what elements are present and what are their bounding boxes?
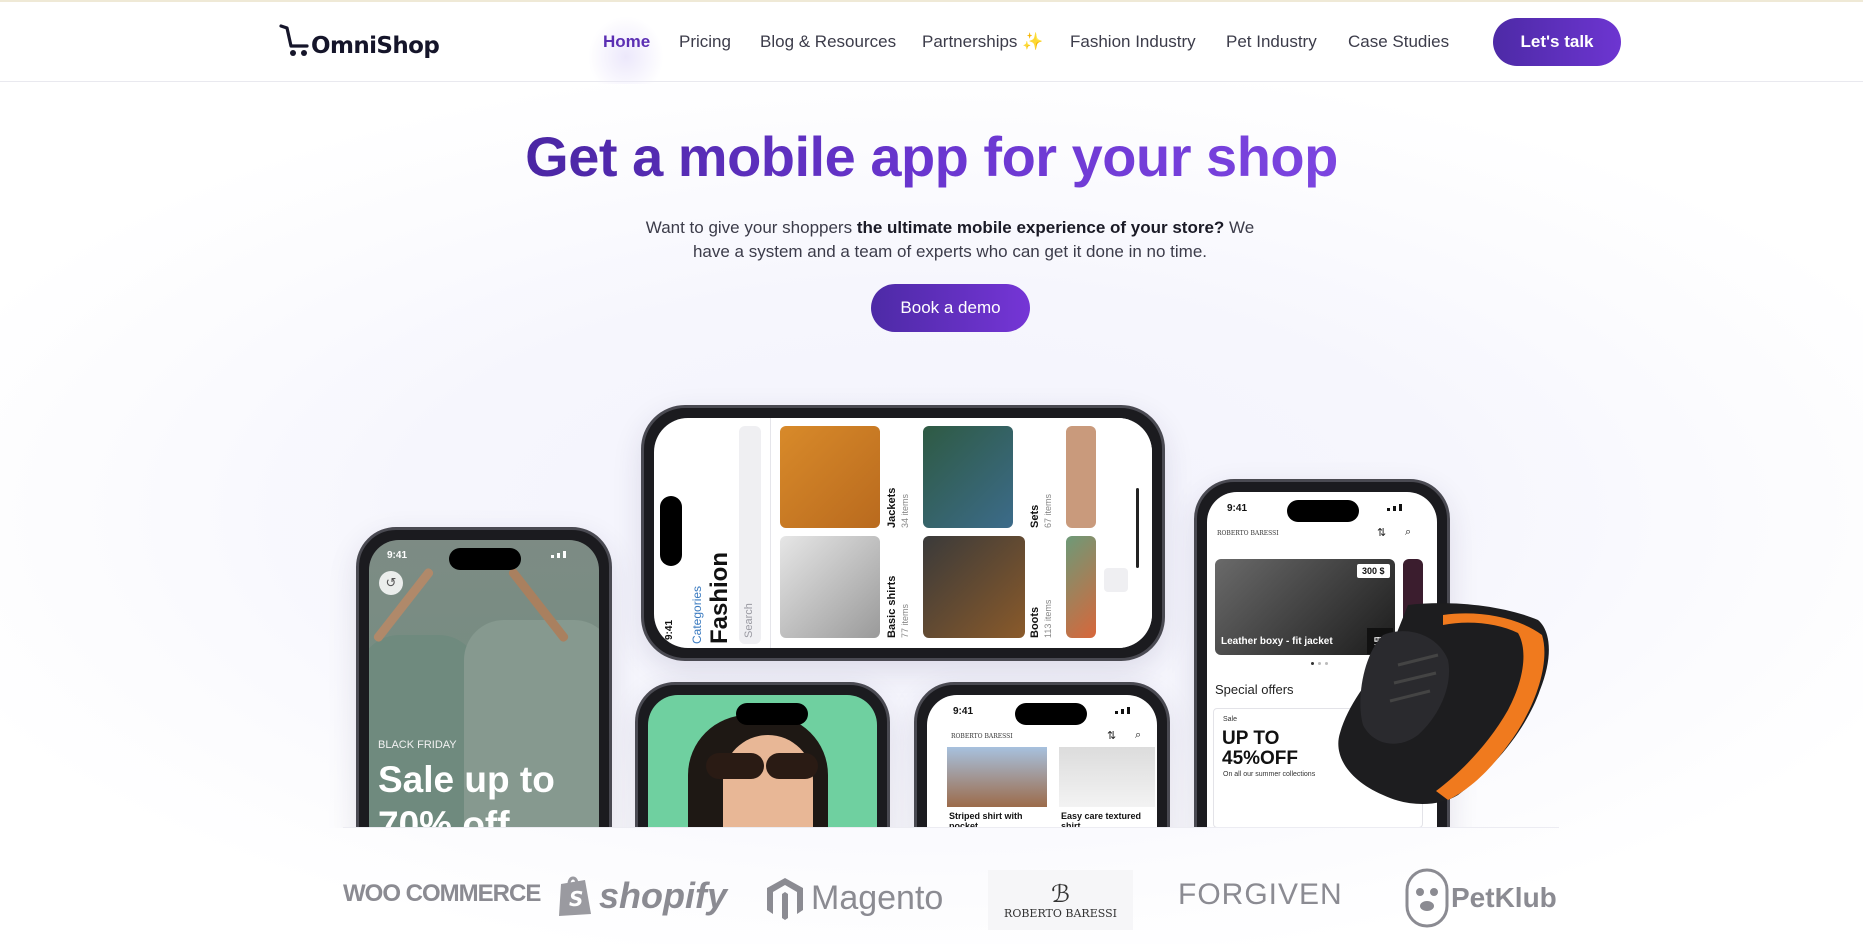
- basic-shirts-image[interactable]: [780, 536, 880, 638]
- category-sets-count: 67 items: [1043, 493, 1053, 528]
- sort-icon[interactable]: ⇅: [1377, 526, 1386, 539]
- scrollbar[interactable]: [1136, 488, 1139, 568]
- categories-screen: 9:41 Categories Fashion Search Jackets 3…: [654, 418, 1152, 648]
- dynamic-island: [1015, 703, 1087, 725]
- signal-icon: [1115, 707, 1130, 714]
- sneaker-image: [1338, 603, 1549, 804]
- hero-bottom-divider: [343, 827, 1559, 828]
- forgiven-logo: FORGIVEN: [1178, 878, 1343, 911]
- status-time: 9:41: [953, 706, 974, 717]
- magento-logo: Magento: [765, 876, 943, 920]
- dynamic-island: [1287, 500, 1359, 522]
- dynamic-island: [449, 548, 521, 570]
- jackets-image[interactable]: [780, 426, 880, 528]
- sale-screen: 9:41 ↺ BLACK FRIDAY Sale up to 70% off: [369, 540, 599, 828]
- search-placeholder: Search: [743, 603, 755, 638]
- status-time: 9:41: [1227, 503, 1248, 514]
- product-image[interactable]: [947, 747, 1047, 807]
- product-image: [1066, 536, 1096, 638]
- category-boots-count: 113 items: [1043, 599, 1053, 638]
- petklub-logo: PetKlub: [1405, 868, 1557, 928]
- filter-icon[interactable]: [1104, 568, 1128, 592]
- phone-model-mockup: [635, 682, 890, 828]
- search-icon[interactable]: ⌕: [1135, 729, 1141, 742]
- offer-headline: UP TO 45%OFF: [1222, 728, 1299, 769]
- category-jackets[interactable]: Jackets: [886, 488, 898, 528]
- status-time: 9:41: [387, 550, 408, 561]
- history-icon[interactable]: ↺: [379, 571, 403, 595]
- brand-name: ROBERTO BARESSI: [1217, 530, 1279, 537]
- dynamic-island: [736, 703, 808, 725]
- special-offers-heading: Special offers: [1215, 682, 1294, 697]
- svg-text:S: S: [569, 887, 583, 911]
- divider: [770, 418, 771, 648]
- product-image: [1066, 426, 1096, 528]
- phone-categories-mockup: 9:41 Categories Fashion Search Jackets 3…: [641, 405, 1165, 661]
- products-screen: 9:41 ROBERTO BARESSI ⇅ ⌕ Striped shirt w…: [927, 695, 1157, 828]
- magento-icon: [767, 878, 803, 920]
- category-sets[interactable]: Sets: [1029, 505, 1041, 528]
- category-boots[interactable]: Boots: [1029, 607, 1041, 638]
- offer-tag: Sale: [1223, 716, 1238, 723]
- featured-product-name[interactable]: Leather boxy - fit jacket: [1221, 636, 1333, 647]
- categories-label: Categories: [690, 585, 704, 644]
- sets-image[interactable]: [923, 426, 1013, 528]
- phone-sale-mockup: 9:41 ↺ BLACK FRIDAY Sale up to 70% off: [356, 527, 612, 828]
- carousel-dots[interactable]: [1311, 662, 1328, 665]
- side-panel: [1096, 418, 1152, 648]
- product-image[interactable]: [1059, 747, 1155, 807]
- phone-mockups: 9:41 ↺ BLACK FRIDAY Sale up to 70% off 9…: [0, 0, 1863, 828]
- petklub-dog-icon: [1405, 868, 1449, 928]
- category-basic-shirts[interactable]: Basic shirts: [886, 576, 898, 638]
- sunglasses-icon: [766, 753, 818, 779]
- shopify-logo: S shopify: [555, 874, 727, 918]
- product-name[interactable]: Striped shirt with pocket: [949, 811, 1045, 828]
- price-badge: 300 $: [1357, 564, 1390, 578]
- sale-eyebrow: BLACK FRIDAY: [378, 739, 457, 751]
- model-screen: [648, 695, 877, 828]
- category-jackets-count: 34 items: [900, 493, 910, 528]
- sale-headline: Sale up to 70% off: [378, 759, 555, 828]
- signal-icon: [551, 551, 566, 558]
- category-basic-shirts-count: 77 items: [900, 603, 910, 638]
- roberto-baressi-logo: ℬ ROBERTO BARESSI: [988, 870, 1133, 930]
- shopify-bag-icon: S: [559, 876, 591, 916]
- fashion-title: Fashion: [706, 551, 733, 644]
- product-name[interactable]: Easy care textured shirt: [1061, 811, 1157, 828]
- dynamic-island: [660, 496, 682, 566]
- sort-icon[interactable]: ⇅: [1107, 729, 1116, 742]
- brand-name: ROBERTO BARESSI: [951, 733, 1013, 740]
- offer-note: On all our summer collections: [1223, 771, 1316, 778]
- search-icon[interactable]: ⌕: [1405, 526, 1411, 539]
- phone-products-mockup: 9:41 ROBERTO BARESSI ⇅ ⌕ Striped shirt w…: [914, 682, 1170, 828]
- signal-icon: [1387, 504, 1402, 511]
- woocommerce-logo: WOO COMMERCE: [343, 880, 541, 907]
- model-face-image: [723, 735, 813, 828]
- sunglasses-icon: [706, 753, 764, 779]
- status-time: 9:41: [664, 619, 675, 640]
- boots-image[interactable]: [923, 536, 1025, 638]
- brand-logos: WOO COMMERCE S shopify Magento ℬ ROBERTO…: [0, 860, 1863, 940]
